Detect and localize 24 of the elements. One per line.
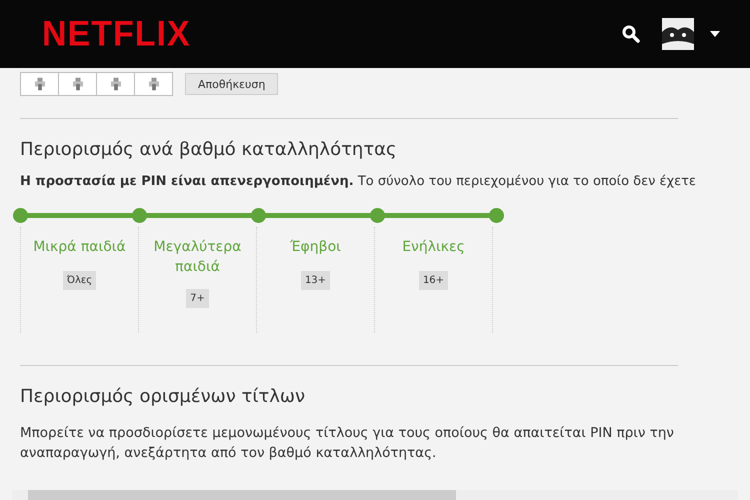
avatar-icon[interactable]	[662, 18, 694, 50]
tier-label: Ενήλικες	[401, 238, 466, 257]
description-text: Μπορείτε να προσδιορίσετε μεμονωμένους τίτλους για τους οποίους θα απαιτείται PIN πριν την αναπαραγωγή, ανεξάρτητα από τον βαθμό καταλληλότητας.	[20, 424, 675, 463]
caret-icon[interactable]	[710, 31, 720, 37]
horizontal-scrollbar[interactable]	[12, 490, 738, 500]
blurred-digit-icon	[148, 77, 158, 91]
maturity-slider[interactable]	[12, 207, 504, 223]
blurred-digit-icon	[110, 77, 120, 91]
rating-badge: 16+	[418, 271, 448, 290]
blurred-digit-icon	[34, 77, 44, 91]
rating-badge: 7+	[186, 289, 209, 308]
rating-badge: Όλες	[62, 271, 96, 290]
netflix-logo[interactable]: NETFLIX	[42, 14, 191, 54]
search-icon[interactable]	[622, 25, 640, 43]
rating-badge: 13+	[300, 271, 330, 290]
pin-field[interactable]	[20, 72, 173, 96]
tier-label: Μικρά παιδιά	[32, 238, 127, 257]
section-heading: Περιορισμός ανά βαθμό καταλληλότητας	[20, 139, 398, 160]
tier-label: Έφηβοι	[289, 238, 342, 257]
tier-label: Μεγαλύτερα παιδιά	[152, 238, 242, 277]
save-button[interactable]: Αποθήκευση	[185, 73, 278, 95]
pin-status-text: Η προστασία με PIN είναι απενεργοποιημένη. Το σύνολο του περιεχομένου για το οποίο δεν έχετε	[20, 174, 697, 189]
blurred-digit-icon	[72, 77, 82, 91]
section-heading: Περιορισμός ορισμένων τίτλων	[20, 386, 306, 407]
